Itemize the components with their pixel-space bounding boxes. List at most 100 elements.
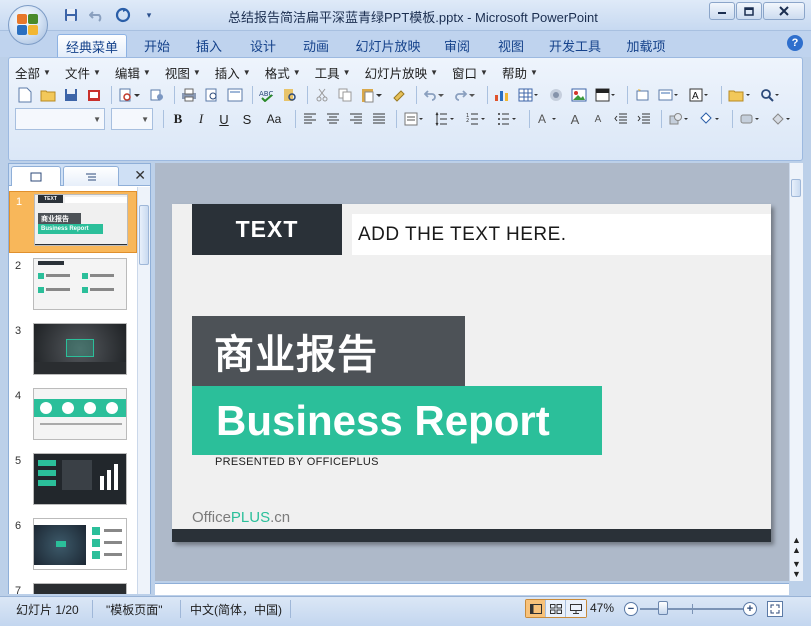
font-color-icon[interactable]: A xyxy=(534,109,562,129)
slide-thumbnail[interactable]: 2 xyxy=(9,256,137,318)
thumbnails-scrollbar[interactable] xyxy=(137,187,150,594)
slide-thumbnail[interactable]: 7 xyxy=(9,581,137,594)
tab-design[interactable]: 设计 xyxy=(242,34,284,57)
menu-slideshow[interactable]: 幻灯片放映 ▼ xyxy=(365,62,438,82)
justify-icon[interactable] xyxy=(369,109,389,129)
text-box-icon[interactable]: A xyxy=(686,85,714,105)
slide-top-text[interactable]: ADD THE TEXT HERE. xyxy=(352,214,771,255)
fit-to-window-icon[interactable] xyxy=(767,601,783,617)
align-left-icon[interactable] xyxy=(300,109,320,129)
increase-indent-icon[interactable] xyxy=(634,109,654,129)
zoom-level[interactable]: 47% xyxy=(590,601,614,615)
slide-thumbnail[interactable]: 6 xyxy=(9,516,137,578)
slideshow-icon[interactable] xyxy=(566,600,586,617)
decrease-indent-icon[interactable] xyxy=(611,109,631,129)
grow-font-icon[interactable]: A xyxy=(565,109,585,129)
next-slide-icon[interactable]: ▼ ▼ xyxy=(792,559,801,579)
tab-addins[interactable]: 加载项 xyxy=(619,34,673,57)
slide-design-icon[interactable] xyxy=(655,85,683,105)
font-size-combo[interactable]: ▼ xyxy=(111,108,153,130)
open-folder-icon[interactable] xyxy=(726,85,754,105)
align-right-icon[interactable] xyxy=(346,109,366,129)
insert-clipart-icon[interactable] xyxy=(546,85,566,105)
print-preview-page-icon[interactable] xyxy=(202,85,222,105)
tab-insert[interactable]: 插入 xyxy=(188,34,230,57)
redo-icon[interactable] xyxy=(112,6,134,24)
slide-sorter-icon[interactable] xyxy=(546,600,566,617)
shapes-icon[interactable] xyxy=(666,109,694,129)
italic-button[interactable]: I xyxy=(191,109,211,129)
tab-developer[interactable]: 开发工具 xyxy=(543,34,607,57)
format-painter-icon[interactable] xyxy=(389,85,409,105)
tab-slideshow[interactable]: 幻灯片放映 xyxy=(350,34,426,57)
menu-window[interactable]: 窗口 ▼ xyxy=(452,62,488,82)
align-center-icon[interactable] xyxy=(323,109,343,129)
shrink-font-icon[interactable]: A xyxy=(588,109,608,129)
slide-top-label[interactable]: TEXT xyxy=(192,204,342,255)
slide-title-chinese[interactable]: 商业报告 xyxy=(192,316,465,386)
redo-icon[interactable] xyxy=(452,85,480,105)
print-icon[interactable] xyxy=(179,85,199,105)
bold-button[interactable]: B xyxy=(168,109,188,129)
export-icon[interactable] xyxy=(147,85,167,105)
customize-qat-icon[interactable]: ▾ xyxy=(138,6,160,24)
strikethrough-button[interactable]: S xyxy=(237,109,257,129)
tab-classic-menu[interactable]: 经典菜单 xyxy=(57,34,127,57)
menu-tools[interactable]: 工具 ▼ xyxy=(315,62,351,82)
arrange-icon[interactable] xyxy=(697,109,725,129)
tab-slides[interactable] xyxy=(11,166,61,186)
zoom-out-icon[interactable]: − xyxy=(624,602,638,616)
page-setup-icon[interactable] xyxy=(225,85,245,105)
zoom-slider-track[interactable] xyxy=(640,608,746,610)
menu-file[interactable]: 文件 ▼ xyxy=(65,62,101,82)
new-slide-icon[interactable] xyxy=(632,85,652,105)
change-case-button[interactable]: Aa xyxy=(260,109,288,129)
minimize-icon[interactable] xyxy=(709,2,735,20)
slide-thumbnail[interactable]: 1 TEXT 商业报告 Business Report xyxy=(9,191,137,253)
slide-thumbnail[interactable]: 5 xyxy=(9,451,137,513)
paste-icon[interactable] xyxy=(358,85,386,105)
insert-table-icon[interactable] xyxy=(515,85,543,105)
open-folder-icon[interactable] xyxy=(38,85,58,105)
save-icon[interactable] xyxy=(61,85,81,105)
office-button[interactable] xyxy=(8,5,48,45)
undo-icon[interactable] xyxy=(421,85,449,105)
close-pane-icon[interactable]: ✕ xyxy=(134,167,146,184)
slide-title-english[interactable]: Business Report xyxy=(192,386,602,455)
tab-home[interactable]: 开始 xyxy=(136,34,178,57)
normal-view-icon[interactable] xyxy=(526,600,546,617)
scrollbar-thumb[interactable] xyxy=(791,179,801,197)
text-direction-icon[interactable] xyxy=(401,109,429,129)
menu-insert[interactable]: 插入 ▼ xyxy=(215,62,251,82)
previous-slide-icon[interactable]: ▲ ▲ xyxy=(792,535,801,555)
help-icon[interactable]: ? xyxy=(787,35,803,51)
menu-format[interactable]: 格式 ▼ xyxy=(265,62,301,82)
quick-styles-icon[interactable] xyxy=(737,109,765,129)
zoom-slider-knob[interactable] xyxy=(658,601,668,615)
slide-thumbnail[interactable]: 4 xyxy=(9,386,137,448)
menu-help[interactable]: 帮助 ▼ xyxy=(502,62,538,82)
scrollbar-thumb[interactable] xyxy=(139,205,149,265)
close-window-icon[interactable] xyxy=(763,2,805,20)
find-icon[interactable] xyxy=(757,85,785,105)
current-slide[interactable]: TEXT ADD THE TEXT HERE. 商业报告 Business Re… xyxy=(172,204,771,542)
tab-view[interactable]: 视图 xyxy=(490,34,532,57)
zoom-in-icon[interactable]: + xyxy=(743,602,757,616)
insert-chart-icon[interactable] xyxy=(492,85,512,105)
font-name-combo[interactable]: ▼ xyxy=(15,108,105,130)
notes-pane[interactable] xyxy=(155,583,789,595)
menu-view[interactable]: 视图 ▼ xyxy=(165,62,201,82)
tab-animations[interactable]: 动画 xyxy=(295,34,337,57)
research-icon[interactable] xyxy=(280,85,300,105)
cut-icon[interactable] xyxy=(312,85,332,105)
insert-picture-icon[interactable] xyxy=(569,85,589,105)
language-indicator[interactable]: 中文(简体，中国) xyxy=(190,601,282,618)
tab-review[interactable]: 审阅 xyxy=(436,34,478,57)
copy-icon[interactable] xyxy=(335,85,355,105)
line-spacing-icon[interactable] xyxy=(432,109,460,129)
underline-button[interactable]: U xyxy=(214,109,234,129)
slide-layout-icon[interactable] xyxy=(592,85,620,105)
print-preview-icon[interactable] xyxy=(116,85,144,105)
tab-outline[interactable] xyxy=(63,166,119,186)
save-icon[interactable] xyxy=(60,6,82,24)
